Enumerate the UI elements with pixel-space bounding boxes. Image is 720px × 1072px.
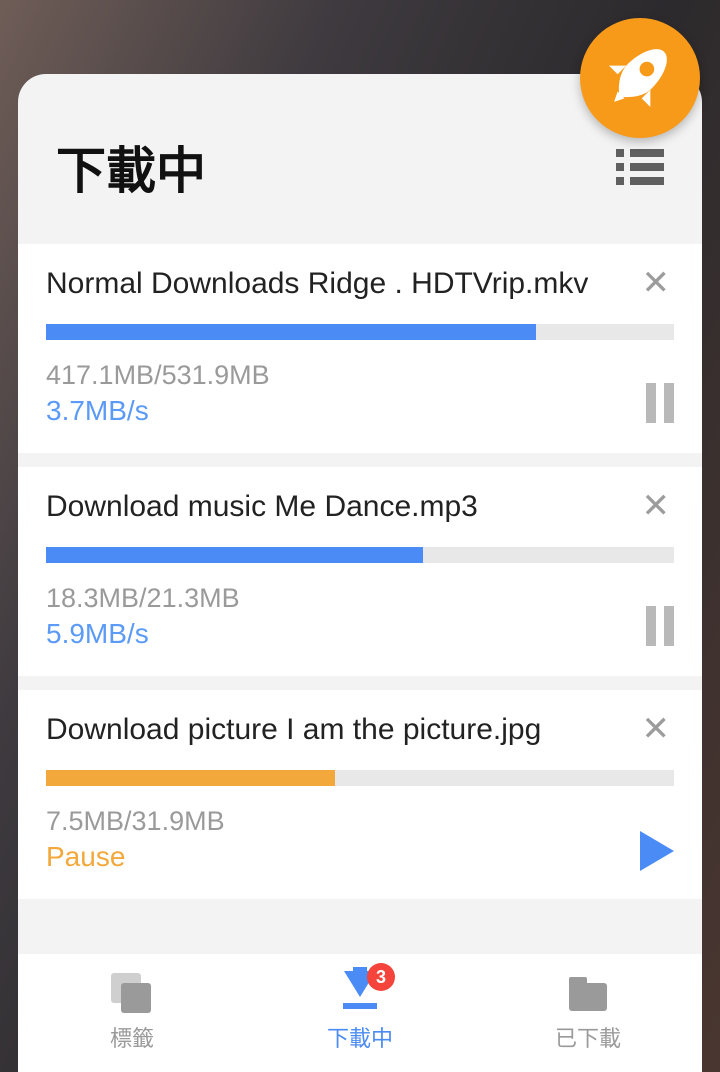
pause-icon[interactable] (646, 383, 674, 427)
bookmarks-icon (111, 973, 153, 1015)
progress-fill (46, 547, 423, 563)
download-icon: 3 (339, 973, 381, 1015)
play-icon[interactable] (640, 831, 674, 871)
download-filename: Download picture I am the picture.jpg (46, 712, 638, 748)
tab-label: 已下載 (555, 1021, 621, 1053)
download-sizes: 18.3MB/21.3MB (46, 583, 646, 614)
close-icon[interactable]: ✕ (638, 266, 675, 300)
progress-fill (46, 324, 536, 340)
download-filename: Normal Downloads Ridge . HDTVrip.mkv (46, 266, 638, 302)
close-icon[interactable]: ✕ (638, 489, 675, 523)
close-icon[interactable]: ✕ (638, 712, 675, 746)
progress-fill (46, 770, 335, 786)
download-speed: 3.7MB/s (46, 395, 646, 427)
pause-icon[interactable] (646, 606, 674, 650)
download-filename: Download music Me Dance.mp3 (46, 489, 638, 525)
download-sizes: 417.1MB/531.9MB (46, 360, 646, 391)
list-view-icon[interactable] (616, 149, 664, 185)
download-sizes: 7.5MB/31.9MB (46, 806, 640, 837)
progress-bar (46, 770, 674, 786)
folder-icon (567, 973, 609, 1015)
download-speed: 5.9MB/s (46, 618, 646, 650)
tab-downloading[interactable]: 3 下載中 (246, 954, 474, 1072)
download-item: Download picture I am the picture.jpg ✕ … (18, 690, 702, 899)
progress-bar (46, 324, 674, 340)
rocket-icon (601, 37, 679, 120)
page-title: 下載中 (56, 131, 616, 203)
progress-bar (46, 547, 674, 563)
badge-count: 3 (367, 963, 395, 991)
download-status: Pause (46, 841, 640, 873)
downloads-list: Normal Downloads Ridge . HDTVrip.mkv ✕ 4… (18, 244, 702, 954)
tab-downloaded[interactable]: 已下載 (474, 954, 702, 1072)
download-item: Normal Downloads Ridge . HDTVrip.mkv ✕ 4… (18, 244, 702, 453)
downloads-panel: 下載中 Normal Downloads Ridge . HDTVrip.mkv… (18, 74, 702, 1072)
download-item: Download music Me Dance.mp3 ✕ 18.3MB/21.… (18, 467, 702, 676)
bottom-tabs: 標籤 3 下載中 已下載 (18, 954, 702, 1072)
boost-fab[interactable] (580, 18, 700, 138)
tab-bookmarks[interactable]: 標籤 (18, 954, 246, 1072)
tab-label: 標籤 (110, 1021, 154, 1053)
tab-label: 下載中 (327, 1021, 393, 1053)
